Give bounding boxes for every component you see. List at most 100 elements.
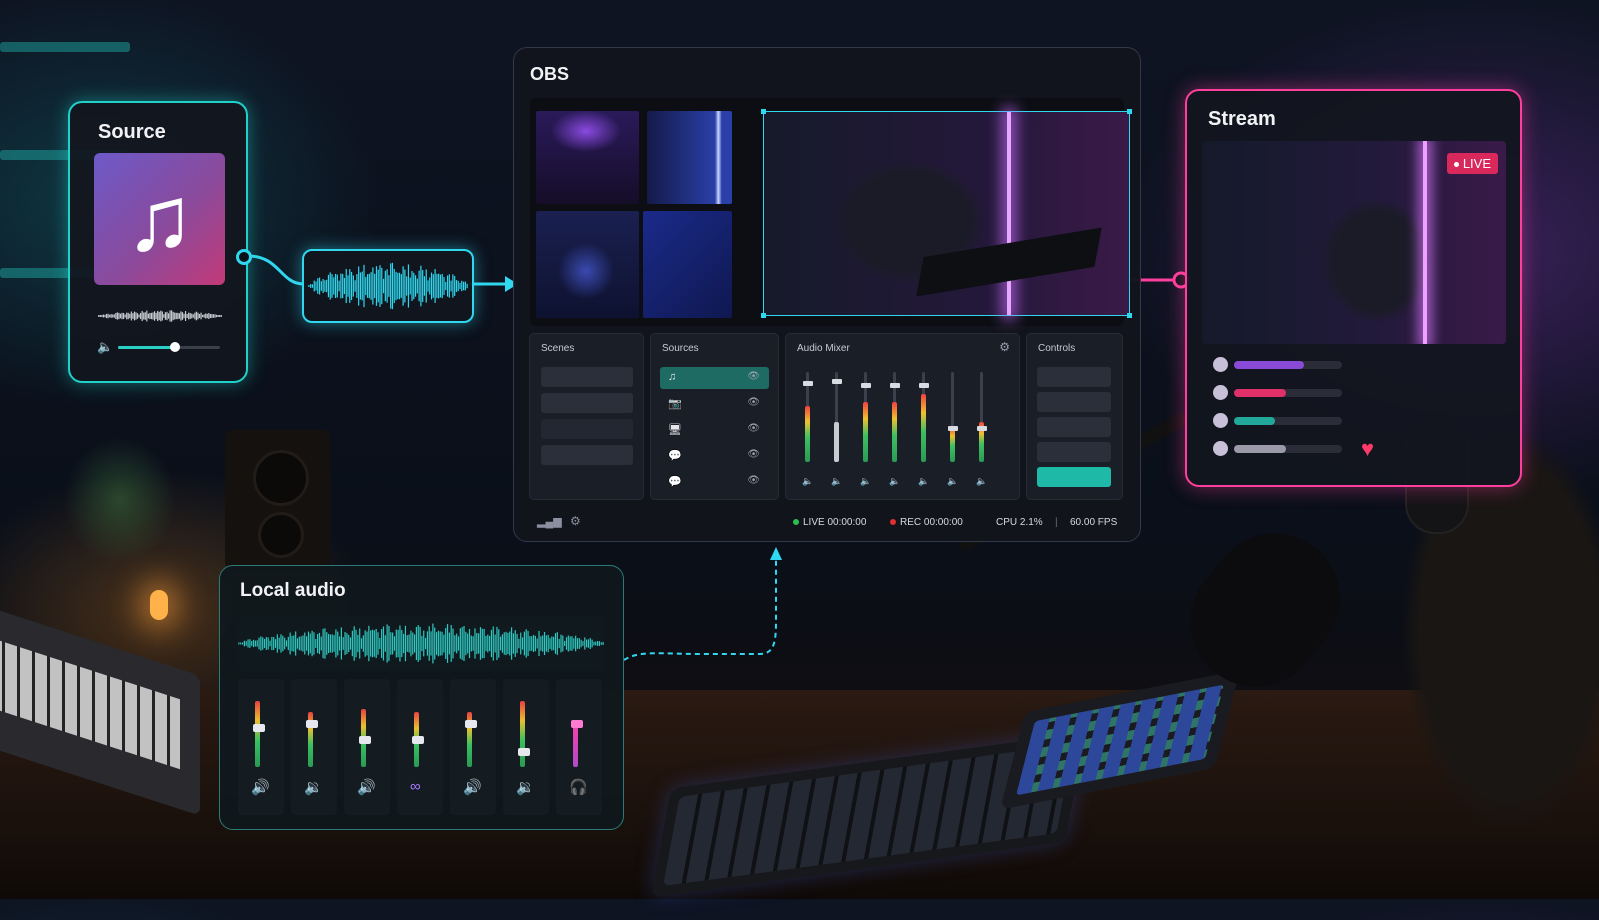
eye-icon[interactable]: 👁 [747, 371, 760, 382]
mixer-fader-knob[interactable] [861, 382, 871, 388]
scene-item[interactable] [541, 419, 633, 439]
camera-icon: 📷 [668, 398, 682, 410]
source-output-node[interactable] [236, 249, 252, 265]
scene-thumb-guitar-closeup[interactable] [536, 211, 639, 318]
mixer-level-meter [834, 422, 839, 462]
source-panel: Source ♫ 🔈 [68, 101, 248, 383]
speaker-icon[interactable]: 🔉 [516, 778, 535, 796]
chat-text-bar [1234, 445, 1286, 453]
mixer-fader-knob[interactable] [832, 379, 842, 385]
source-volume-slider[interactable] [118, 342, 220, 352]
source-row[interactable]: 📷 👁 [660, 393, 769, 415]
mute-speaker-icon[interactable]: 🔈 [947, 476, 958, 487]
resize-handle[interactable] [1127, 313, 1132, 318]
source-title: Source [98, 121, 166, 143]
scene-item[interactable] [541, 367, 633, 387]
channel-fader-knob[interactable] [359, 735, 371, 744]
chat-icon: 💬 [668, 476, 682, 488]
audio-mixer-title: Audio Mixer [797, 343, 850, 354]
mixer-level-meter [950, 426, 955, 462]
mixer-fader-knob[interactable] [948, 426, 958, 431]
speaker-icon[interactable]: 🔈 [97, 339, 113, 355]
audio-mixer-dock: Audio Mixer ⚙ 🔈 🔈 🔈 🔈 🔈 🔈 🔈 [785, 333, 1020, 500]
speaker-icon[interactable]: 🔊 [357, 778, 376, 796]
source-row[interactable]: 🖥 👁 [660, 419, 769, 441]
heart-icon[interactable]: ♥ [1361, 436, 1374, 462]
avatar[interactable] [1213, 413, 1228, 428]
mute-speaker-icon[interactable]: 🔈 [831, 476, 842, 487]
avatar[interactable] [1213, 385, 1228, 400]
speaker-icon[interactable]: 🔊 [463, 778, 482, 796]
chat-text-placeholder [1234, 417, 1342, 425]
channel-level-meter [520, 700, 525, 767]
eye-icon[interactable]: 👁 [747, 449, 760, 460]
program-canvas[interactable] [761, 109, 1132, 318]
obs-preview-area [530, 98, 1132, 326]
scene-thumb-concert[interactable] [536, 111, 639, 204]
fps-status: 60.00 FPS [1070, 517, 1118, 528]
speaker-icon[interactable]: 🔊 [251, 778, 270, 796]
channel-level-meter [255, 700, 260, 767]
control-button[interactable] [1037, 367, 1111, 387]
audio-waveform-chip [302, 249, 474, 323]
neon-light-beam [1423, 141, 1427, 344]
gear-icon[interactable]: ⚙ [999, 340, 1010, 354]
music-note-icon: ♫ [125, 168, 194, 270]
control-button[interactable] [1037, 392, 1111, 412]
source-link-line [247, 254, 305, 286]
channel-fader-knob[interactable] [412, 735, 424, 744]
local-audio-panel: Local audio 🔊 🔉 🔊 ∞ 🔊 🔉 🎧 [219, 565, 624, 830]
source-row[interactable]: 💬 👁 [660, 471, 769, 493]
scene-thumb-blue[interactable] [643, 211, 732, 318]
eye-icon[interactable]: 👁 [747, 423, 760, 434]
obs-window: OBS Scenes Sources ♫ 👁 📷 👁 🖥 👁 💬 👁 💬 👁 Audio Mixe… [513, 47, 1141, 542]
mixer-fader-knob[interactable] [919, 382, 929, 388]
mixer-fader-knob[interactable] [803, 381, 813, 386]
eye-icon[interactable]: 👁 [747, 397, 760, 408]
resize-handle[interactable] [761, 313, 766, 318]
album-art[interactable]: ♫ [94, 153, 225, 285]
source-row[interactable]: 💬 👁 [660, 445, 769, 467]
mixer-level-meter [863, 402, 868, 462]
stats-icon[interactable]: ▂▄▆ [537, 515, 562, 528]
mixer-level-meter [805, 406, 810, 462]
mixer-level-meter [892, 402, 897, 462]
channel-strip: 🔉 [503, 679, 549, 815]
mute-speaker-icon[interactable]: 🔈 [889, 476, 900, 487]
link-icon[interactable]: ∞ [410, 778, 421, 795]
channel-fader-knob[interactable] [518, 747, 530, 756]
mute-speaker-icon[interactable]: 🔈 [860, 476, 871, 487]
scene-thumb-guitarist[interactable] [647, 111, 732, 204]
chat-text-bar [1234, 417, 1276, 425]
mute-speaker-icon[interactable]: 🔈 [918, 476, 929, 487]
channel-strip: 🎧 [556, 679, 602, 815]
avatar[interactable] [1213, 357, 1228, 372]
controls-title: Controls [1038, 343, 1076, 354]
channel-strip: 🔊 [238, 679, 284, 815]
headphones-icon[interactable]: 🎧 [569, 778, 588, 796]
channel-fader-knob[interactable] [306, 720, 318, 729]
channel-fader-knob[interactable] [465, 720, 477, 729]
settings-gear-icon[interactable]: ⚙ [570, 514, 581, 528]
scene-item[interactable] [541, 393, 633, 413]
control-button[interactable] [1037, 442, 1111, 462]
mixer-fader-knob[interactable] [977, 426, 987, 431]
speaker-icon[interactable]: 🔉 [304, 778, 323, 796]
source-volume-knob[interactable] [170, 342, 181, 352]
channel-fader-knob[interactable] [571, 720, 583, 729]
avatar[interactable] [1213, 441, 1228, 456]
mixer-fader-knob[interactable] [890, 382, 900, 388]
stream-panel: Stream LIVE ♥ [1185, 89, 1522, 487]
channel-fader-knob[interactable] [253, 724, 265, 733]
control-button[interactable] [1037, 417, 1111, 437]
start-streaming-button[interactable] [1037, 467, 1111, 487]
mute-speaker-icon[interactable]: 🔈 [802, 476, 813, 487]
scene-item[interactable] [541, 445, 633, 465]
resize-handle[interactable] [1127, 109, 1132, 114]
mute-speaker-icon[interactable]: 🔈 [976, 476, 987, 487]
eye-icon[interactable]: 👁 [747, 475, 760, 486]
chat-icon: 💬 [668, 450, 682, 462]
source-row[interactable]: ♫ 👁 [660, 367, 769, 389]
resize-handle[interactable] [761, 109, 766, 114]
scenes-dock: Scenes [529, 333, 644, 500]
